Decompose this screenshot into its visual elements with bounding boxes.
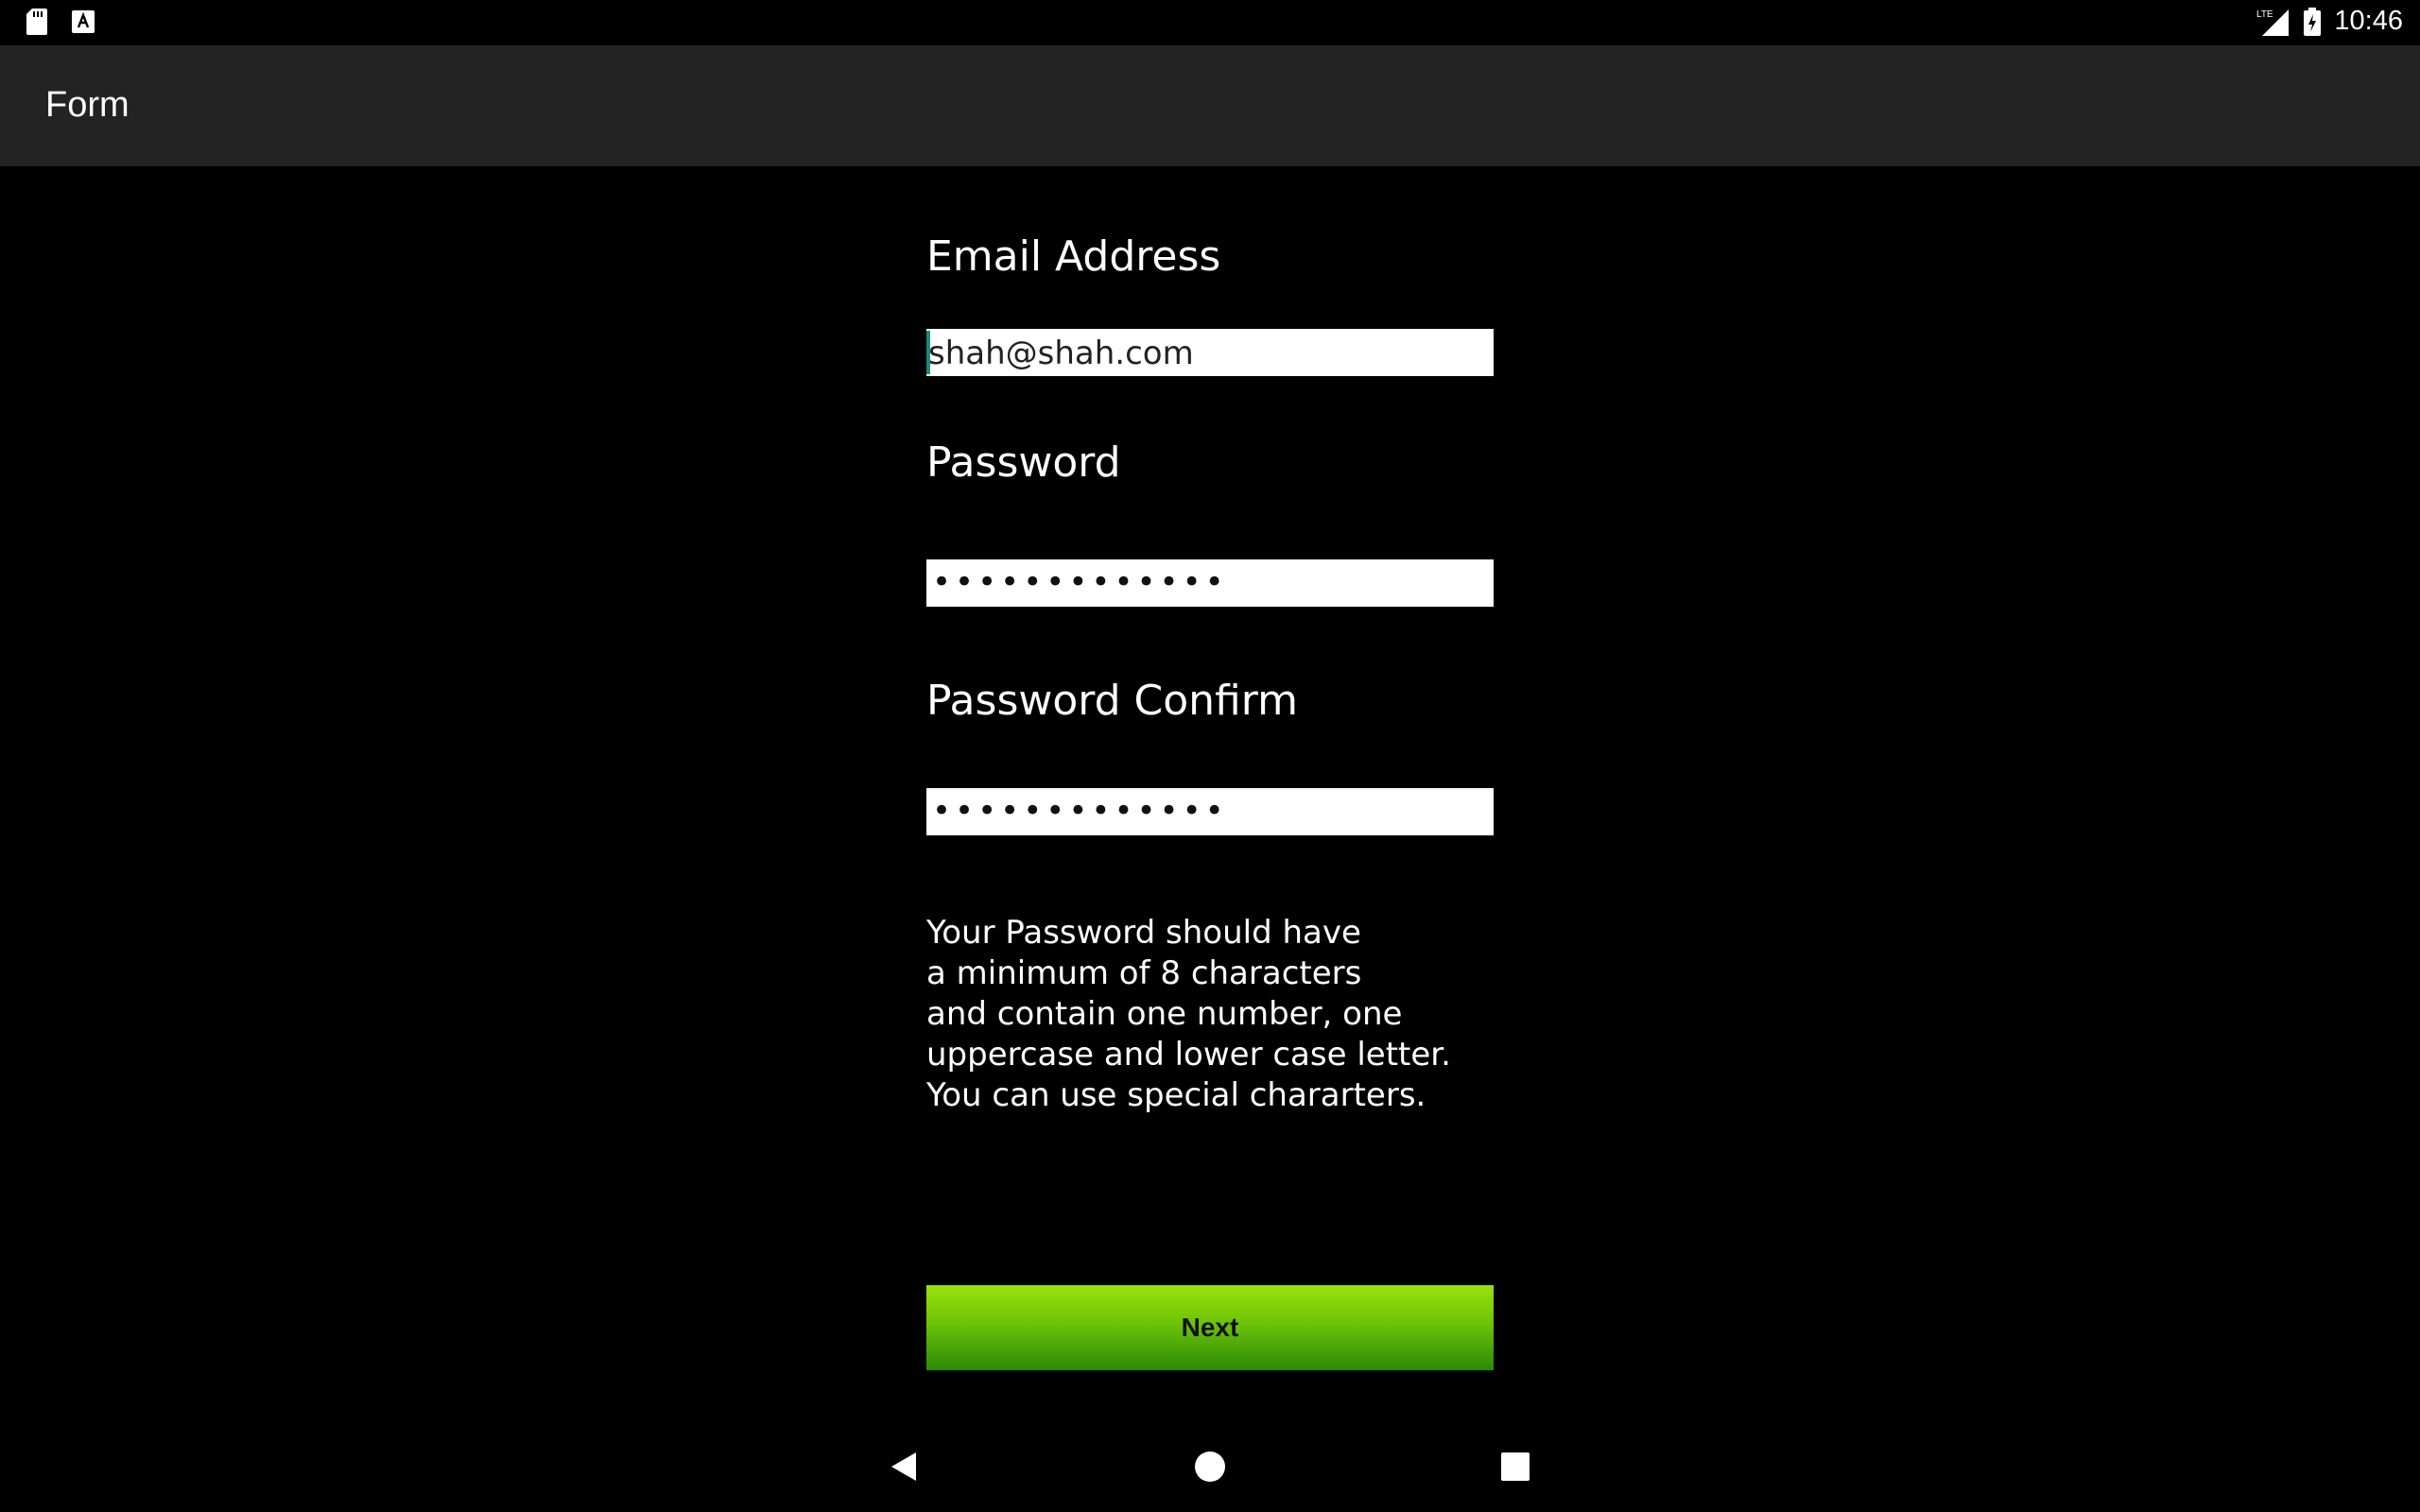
password-masked-value: ••••••••••••• (932, 563, 1228, 601)
back-icon (891, 1452, 916, 1481)
app-title: Form (45, 85, 130, 125)
home-icon (1195, 1452, 1225, 1482)
clock: 10:46 (2334, 6, 2403, 36)
help-line: a minimum of 8 characters (926, 954, 1362, 992)
recents-button[interactable] (1487, 1438, 1544, 1495)
status-system: LTE 10:46 (2256, 6, 2403, 37)
email-label: Email Address (926, 232, 1221, 281)
password-requirements: Your Password should have a minimum of 8… (926, 913, 1451, 1116)
back-button[interactable] (875, 1438, 932, 1495)
email-field[interactable]: shah@shah.com (926, 329, 1494, 376)
recents-icon (1501, 1452, 1530, 1481)
next-button[interactable]: Next (926, 1285, 1494, 1370)
status-notifications (26, 9, 95, 35)
sd-card-icon (26, 9, 47, 35)
home-button[interactable] (1182, 1438, 1238, 1495)
email-value: shah@shah.com (928, 335, 1194, 372)
network-label: LTE (2256, 9, 2273, 20)
status-bar: LTE 10:46 (0, 0, 2420, 45)
password-confirm-label: Password Confirm (926, 677, 1298, 725)
password-label: Password (926, 438, 1121, 487)
app-bar: Form (0, 45, 2420, 166)
navigation-bar (0, 1421, 2420, 1512)
lte-signal-icon: LTE (2256, 9, 2290, 36)
battery-charging-icon (2304, 7, 2322, 36)
help-line: Your Password should have (926, 914, 1361, 952)
a-notification-icon (72, 10, 95, 33)
help-line: uppercase and lower case letter. (926, 1036, 1451, 1074)
password-confirm-field[interactable]: ••••••••••••• (926, 788, 1494, 835)
help-line: and contain one number, one (926, 995, 1403, 1033)
help-line: You can use special chararters. (926, 1076, 1426, 1114)
password-field[interactable]: ••••••••••••• (926, 559, 1494, 607)
password-confirm-masked-value: ••••••••••••• (932, 792, 1228, 830)
